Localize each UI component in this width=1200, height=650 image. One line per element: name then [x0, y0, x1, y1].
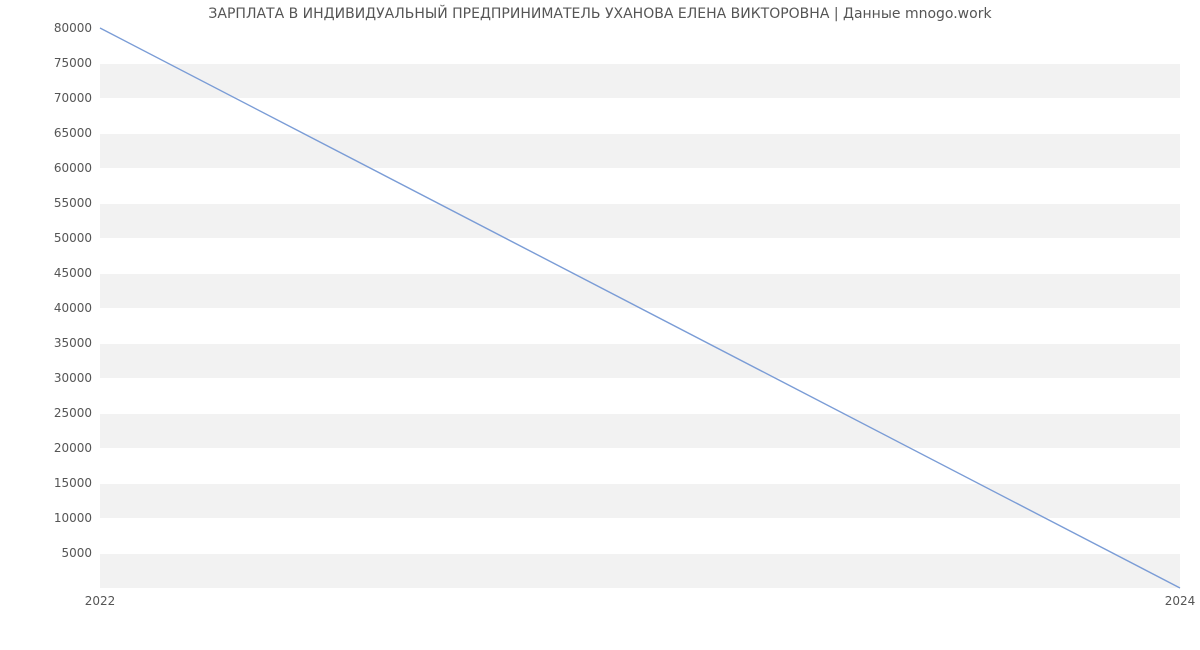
y-tick-label: 20000: [32, 441, 92, 455]
data-line: [100, 28, 1180, 588]
y-tick-label: 80000: [32, 21, 92, 35]
plot-area: [100, 28, 1180, 588]
y-tick-label: 30000: [32, 371, 92, 385]
y-tick-label: 10000: [32, 511, 92, 525]
chart-title: ЗАРПЛАТА В ИНДИВИДУАЛЬНЫЙ ПРЕДПРИНИМАТЕЛ…: [0, 6, 1200, 22]
y-tick-label: 35000: [32, 336, 92, 350]
salary-line-chart: ЗАРПЛАТА В ИНДИВИДУАЛЬНЫЙ ПРЕДПРИНИМАТЕЛ…: [0, 0, 1200, 650]
line-layer: [100, 28, 1180, 588]
y-tick-label: 15000: [32, 476, 92, 490]
x-tick-label: 2022: [85, 594, 116, 608]
y-tick-label: 60000: [32, 161, 92, 175]
y-tick-label: 55000: [32, 196, 92, 210]
y-tick-label: 75000: [32, 56, 92, 70]
y-tick-label: 50000: [32, 231, 92, 245]
x-tick-label: 2024: [1165, 594, 1196, 608]
y-tick-label: 25000: [32, 406, 92, 420]
y-tick-label: 65000: [32, 126, 92, 140]
y-tick-label: 40000: [32, 301, 92, 315]
y-tick-label: 45000: [32, 266, 92, 280]
y-tick-label: 5000: [32, 546, 92, 560]
y-tick-label: 70000: [32, 91, 92, 105]
